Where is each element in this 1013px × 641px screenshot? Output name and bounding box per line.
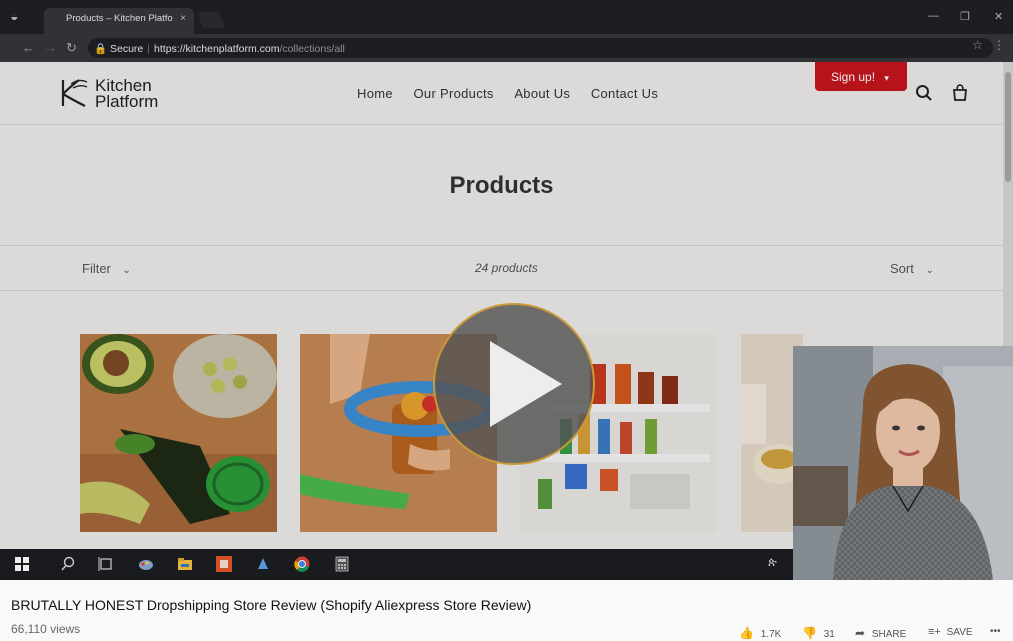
play-icon (490, 341, 562, 427)
save-label: SAVE (946, 627, 973, 638)
forward-icon[interactable]: → (44, 40, 57, 55)
presenter-camera-overlay (793, 346, 1013, 580)
caret-down-icon: ▾ (884, 73, 889, 83)
video-title: BRUTALLY HONEST Dropshipping Store Revie… (11, 597, 532, 613)
secure-label: Secure (110, 43, 144, 55)
playlist-add-icon: ≡+ (928, 626, 941, 638)
bookmark-star-icon[interactable]: ☆ (972, 38, 983, 52)
menu-kebab-icon[interactable]: ⋮ (993, 38, 1005, 52)
signup-button[interactable]: Sign up! ▾ (815, 62, 907, 91)
nav-contact-us[interactable]: Contact Us (591, 86, 658, 101)
tab-close-icon[interactable]: × (180, 13, 186, 24)
like-count: 1.7K (760, 629, 782, 640)
thumbs-down-icon: 👎 (802, 626, 817, 640)
logo-text: Kitchen Platform (95, 76, 159, 111)
address-bar: ← → ↻ 🔒 Secure | https://kitchenplatform.c… (0, 34, 1013, 62)
chrome-icon[interactable] (294, 556, 310, 572)
share-button[interactable]: ➦ SHARE (855, 626, 906, 640)
filter-dropdown[interactable]: Filter ⌄ (82, 261, 131, 276)
browser-tab[interactable]: Products – Kitchen Platfo × (44, 8, 194, 34)
kitchen-platform-logo-icon (61, 79, 88, 107)
thumbs-up-icon: 👍 (739, 626, 754, 640)
filter-divider-top (0, 245, 1003, 246)
nav-home[interactable]: Home (357, 86, 393, 101)
header-divider (0, 124, 1003, 125)
product-count: 24 products (475, 261, 538, 275)
view-count: 66,110 views (11, 622, 81, 636)
url-field[interactable]: 🔒 Secure | https://kitchenplatform.com/col… (88, 38, 993, 58)
back-icon[interactable]: ← (22, 40, 35, 55)
paint-icon[interactable] (138, 556, 154, 572)
cart-icon[interactable] (951, 84, 969, 102)
close-window-icon[interactable]: ✕ (994, 10, 1003, 23)
share-arrow-icon: ➦ (855, 626, 866, 640)
restore-icon[interactable]: ❐ (960, 10, 970, 23)
nav-about-us[interactable]: About Us (514, 86, 570, 101)
tab-title: Products – Kitchen Platfo (66, 13, 173, 24)
product-image-avocado-tool[interactable] (80, 334, 277, 532)
url-path: /collections/all (279, 43, 345, 55)
url-host: https://kitchenplatform.com (154, 43, 280, 55)
tray-icon[interactable]: ጵ (768, 555, 777, 570)
like-button[interactable]: 👍 1.7K (739, 626, 781, 640)
signup-label: Sign up! (831, 70, 876, 84)
minimize-icon[interactable]: — (928, 10, 939, 22)
task-view-icon[interactable] (98, 556, 114, 572)
search-icon[interactable] (915, 84, 933, 102)
video-player[interactable]: ◒ Products – Kitchen Platfo × — ❐ ✕ ← → … (0, 0, 1013, 580)
browser-title-bar: ◒ Products – Kitchen Platfo × — ❐ ✕ (0, 0, 1013, 34)
main-nav: Home Our Products About Us Contact Us (357, 86, 675, 101)
app-icon-2[interactable] (255, 556, 271, 572)
windows-start-icon[interactable] (14, 556, 30, 572)
dislike-button[interactable]: 👎 31 (802, 626, 835, 640)
play-button[interactable] (433, 303, 595, 465)
file-explorer-icon[interactable] (177, 556, 193, 572)
filter-divider-bottom (0, 290, 1003, 291)
sort-dropdown[interactable]: Sort ⌄ (890, 261, 934, 276)
reload-icon[interactable]: ↻ (66, 40, 77, 56)
app-icon[interactable] (216, 556, 232, 572)
nav-our-products[interactable]: Our Products (414, 86, 494, 101)
lock-icon: 🔒 (94, 43, 108, 55)
dislike-count: 31 (823, 629, 835, 640)
more-actions-button[interactable]: ••• (990, 626, 1001, 637)
page-title: Products (449, 172, 554, 199)
share-label: SHARE (871, 629, 907, 640)
calculator-icon[interactable] (334, 556, 350, 572)
chevron-down-icon: ⌄ (122, 265, 131, 276)
search-icon[interactable] (60, 556, 76, 572)
windows-taskbar: ጵ (0, 549, 793, 580)
save-button[interactable]: ≡+ SAVE (928, 626, 973, 638)
incognito-icon: ◒ (10, 8, 19, 24)
scrollbar-thumb[interactable] (1005, 72, 1011, 182)
chevron-down-icon: ⌄ (925, 265, 934, 276)
new-tab-button[interactable] (197, 12, 225, 28)
